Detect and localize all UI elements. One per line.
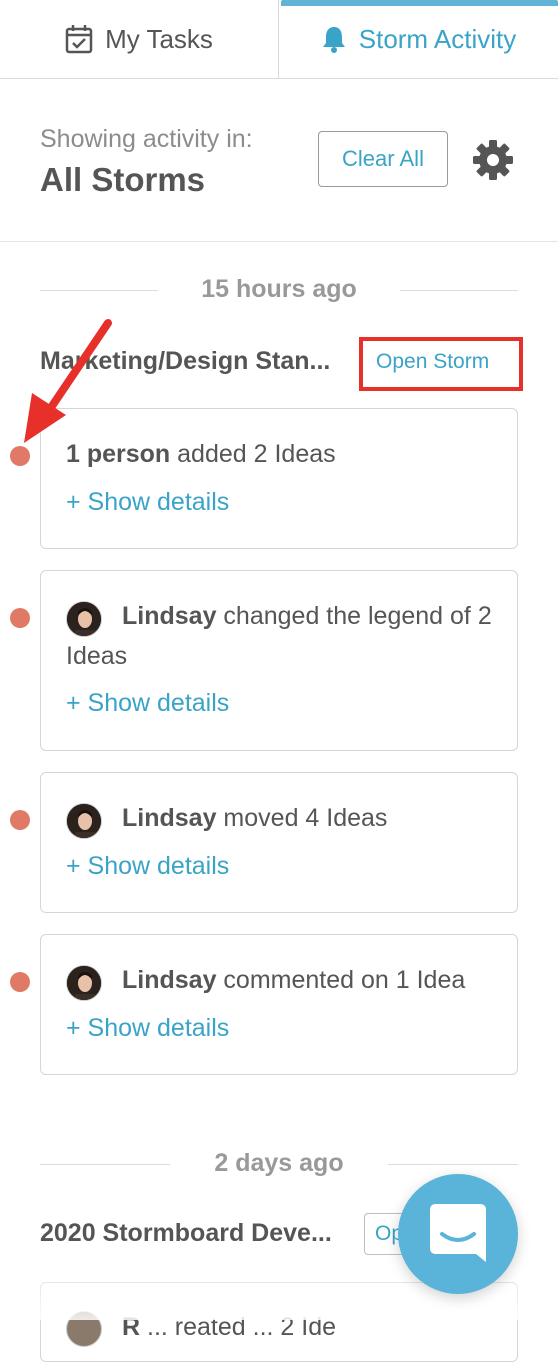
activity-card: Lindsay moved 4 Ideas + Show details — [40, 772, 518, 913]
show-details-link[interactable]: + Show details — [66, 488, 229, 517]
activity-description: commented on 1 Idea — [216, 966, 466, 994]
activity-card: Lindsay commented on 1 Idea + Show detai… — [40, 934, 518, 1075]
calendar-check-icon — [65, 24, 93, 54]
unread-indicator — [10, 810, 30, 830]
clear-all-button[interactable]: Clear All — [318, 131, 448, 187]
storm-name[interactable]: 2020 Stormboard Deve... — [40, 1219, 332, 1248]
activity-text: Lindsay moved 4 Ideas — [66, 798, 497, 838]
annotation-highlight-box — [359, 337, 523, 391]
tab-my-tasks-label: My Tasks — [105, 23, 213, 54]
activity-text: Lindsay changed the legend of 2 Ideas — [66, 596, 497, 676]
chat-launcher-button[interactable] — [398, 1174, 518, 1294]
tab-my-tasks[interactable]: My Tasks — [0, 0, 279, 78]
activity-text: 1 person added 2 Ideas — [66, 434, 497, 474]
tab-storm-activity[interactable]: Storm Activity — [279, 0, 558, 78]
show-details-link[interactable]: + Show details — [66, 689, 229, 718]
show-details-link[interactable]: + Show details — [66, 852, 229, 881]
activity-description: added 2 Ideas — [170, 440, 336, 468]
chat-bubble-icon — [430, 1204, 486, 1262]
unread-indicator — [10, 972, 30, 992]
showing-label: Showing activity in: — [40, 125, 253, 153]
unread-indicator — [10, 608, 30, 628]
active-tab-indicator — [281, 0, 558, 6]
divider — [388, 1164, 518, 1165]
activity-header: Showing activity in: All Storms Clear Al… — [0, 79, 558, 242]
activity-actor: Lindsay — [122, 602, 217, 630]
bell-icon — [321, 25, 347, 53]
tab-storm-activity-label: Storm Activity — [358, 23, 517, 54]
activity-text: Lindsay commented on 1 Idea — [66, 960, 497, 1000]
storm-scope-title[interactable]: All Storms — [40, 161, 205, 199]
show-details-link[interactable]: + Show details — [66, 1014, 229, 1043]
activity-description: moved 4 Ideas — [216, 804, 388, 832]
time-separator: 15 hours ago — [40, 275, 518, 305]
divider — [400, 290, 518, 291]
gear-icon[interactable] — [472, 139, 514, 181]
annotation-arrow-icon — [24, 319, 112, 443]
activity-card: Lindsay changed the legend of 2 Ideas + … — [40, 570, 518, 751]
activity-actor: Lindsay — [122, 804, 217, 832]
activity-actor: Lindsay — [122, 966, 217, 994]
tab-bar: My Tasks Storm Activity — [0, 0, 558, 79]
